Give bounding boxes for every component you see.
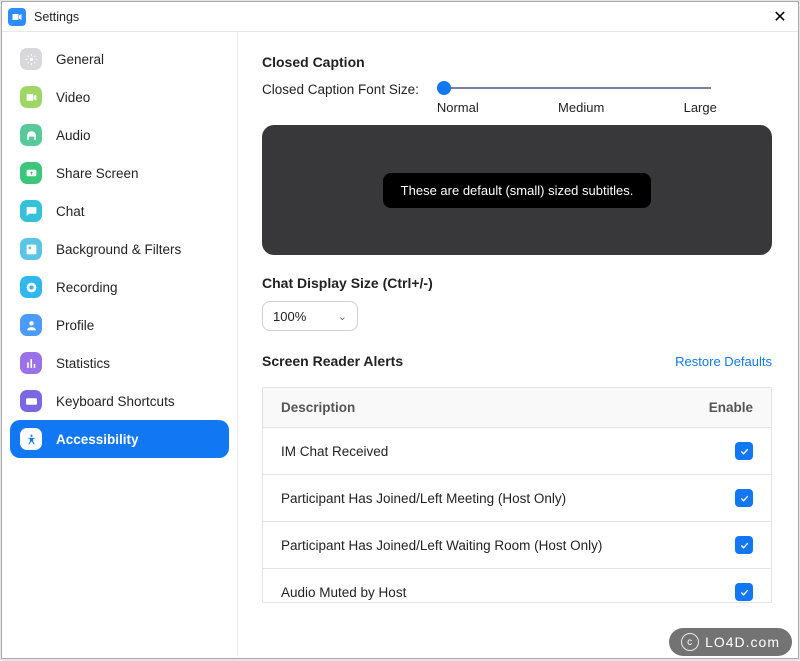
sidebar-item-general[interactable]: General <box>10 40 229 78</box>
col-description: Description <box>281 400 697 415</box>
cc-heading: Closed Caption <box>262 54 778 70</box>
share-icon <box>20 162 42 184</box>
alerts-row: Participant Has Joined/Left Meeting (Hos… <box>263 475 771 522</box>
accessibility-icon <box>20 428 42 450</box>
app-icon <box>8 8 26 26</box>
stats-icon <box>20 352 42 374</box>
chat-display-value: 100% <box>273 309 306 324</box>
window-title: Settings <box>34 10 79 24</box>
alert-description: Participant Has Joined/Left Meeting (Hos… <box>281 491 697 506</box>
alerts-row: Audio Muted by Host <box>263 569 771 603</box>
alert-enable-checkbox[interactable] <box>735 442 753 460</box>
sidebar-item-label: Video <box>56 90 90 105</box>
cc-size-slider[interactable]: Normal Medium Large <box>437 80 717 115</box>
restore-defaults-link[interactable]: Restore Defaults <box>675 354 772 369</box>
sidebar-item-label: General <box>56 52 104 67</box>
alert-description: IM Chat Received <box>281 444 697 459</box>
sidebar-item-audio[interactable]: Audio <box>10 116 229 154</box>
sidebar-item-label: Statistics <box>56 356 110 371</box>
cc-size-label: Closed Caption Font Size: <box>262 80 419 97</box>
chevron-down-icon: ⌄ <box>338 310 347 323</box>
slider-label-normal: Normal <box>437 100 479 115</box>
sidebar-item-video[interactable]: Video <box>10 78 229 116</box>
alerts-row: IM Chat Received <box>263 428 771 475</box>
chat-display-section: Chat Display Size (Ctrl+/-) 100% ⌄ <box>262 275 778 331</box>
close-button[interactable]: ✕ <box>768 5 792 29</box>
sidebar-item-chat[interactable]: Chat <box>10 192 229 230</box>
sidebar-item-share-screen[interactable]: Share Screen <box>10 154 229 192</box>
sidebar-item-recording[interactable]: Recording <box>10 268 229 306</box>
cc-preview-text: These are default (small) sized subtitle… <box>383 173 652 208</box>
slider-label-medium: Medium <box>558 100 604 115</box>
content-pane: Closed Caption Closed Caption Font Size:… <box>238 32 798 658</box>
closed-caption-section: Closed Caption Closed Caption Font Size:… <box>262 54 778 255</box>
sidebar-item-keyboard-shortcuts[interactable]: Keyboard Shortcuts <box>10 382 229 420</box>
alert-description: Participant Has Joined/Left Waiting Room… <box>281 538 697 553</box>
sidebar-item-background-filters[interactable]: Background & Filters <box>10 230 229 268</box>
sidebar-item-label: Accessibility <box>56 432 139 447</box>
video-icon <box>20 86 42 108</box>
sidebar-item-statistics[interactable]: Statistics <box>10 344 229 382</box>
gear-icon <box>20 48 42 70</box>
sidebar-item-label: Chat <box>56 204 85 219</box>
cc-preview: These are default (small) sized subtitle… <box>262 125 772 255</box>
filters-icon <box>20 238 42 260</box>
sidebar-item-label: Audio <box>56 128 91 143</box>
alert-description: Audio Muted by Host <box>281 585 697 600</box>
slider-label-large: Large <box>684 100 717 115</box>
alerts-header-row: Description Enable <box>263 388 771 428</box>
sidebar-item-label: Background & Filters <box>56 242 181 257</box>
chat-display-heading: Chat Display Size (Ctrl+/-) <box>262 275 778 291</box>
alert-enable-checkbox[interactable] <box>735 536 753 554</box>
col-enable: Enable <box>697 400 753 415</box>
sidebar-item-profile[interactable]: Profile <box>10 306 229 344</box>
alerts-row: Participant Has Joined/Left Waiting Room… <box>263 522 771 569</box>
sidebar-item-label: Share Screen <box>56 166 139 181</box>
screen-reader-alerts-section: Screen Reader Alerts Restore Defaults De… <box>262 353 778 603</box>
record-icon <box>20 276 42 298</box>
sidebar-item-label: Profile <box>56 318 94 333</box>
settings-window: Settings ✕ General Video Audio Share Screen… <box>1 1 799 659</box>
profile-icon <box>20 314 42 336</box>
sidebar: General Video Audio Share Screen Chat Backgro… <box>2 32 238 658</box>
titlebar: Settings ✕ <box>2 2 798 32</box>
chat-icon <box>20 200 42 222</box>
headphones-icon <box>20 124 42 146</box>
keyboard-icon <box>20 390 42 412</box>
sidebar-item-accessibility[interactable]: Accessibility <box>10 420 229 458</box>
slider-track-line <box>443 87 711 89</box>
sidebar-item-label: Recording <box>56 280 118 295</box>
alert-enable-checkbox[interactable] <box>735 583 753 601</box>
alert-enable-checkbox[interactable] <box>735 489 753 507</box>
alerts-heading: Screen Reader Alerts <box>262 353 403 369</box>
slider-knob[interactable] <box>437 81 451 95</box>
sidebar-item-label: Keyboard Shortcuts <box>56 394 175 409</box>
alerts-table[interactable]: Description Enable IM Chat Received Parti… <box>262 387 772 603</box>
chat-display-select[interactable]: 100% ⌄ <box>262 301 358 331</box>
